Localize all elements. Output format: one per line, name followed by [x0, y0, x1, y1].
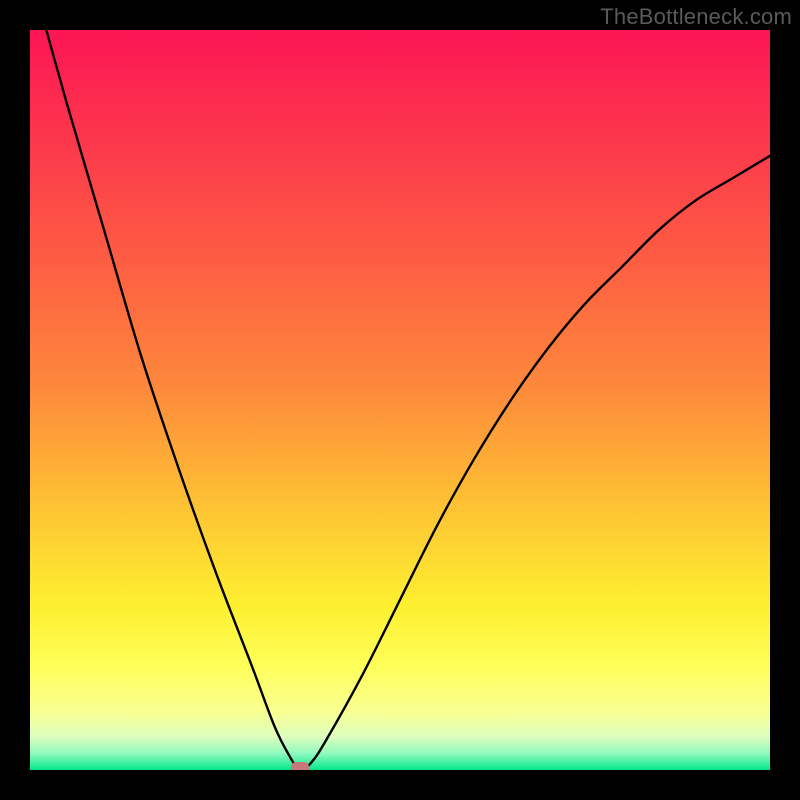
- bottleneck-chart: [30, 30, 770, 770]
- plot-area: [30, 30, 770, 770]
- gradient-background: [30, 30, 770, 770]
- watermark-text: TheBottleneck.com: [600, 4, 792, 30]
- optimal-point-marker: [291, 762, 309, 770]
- chart-frame: TheBottleneck.com: [0, 0, 800, 800]
